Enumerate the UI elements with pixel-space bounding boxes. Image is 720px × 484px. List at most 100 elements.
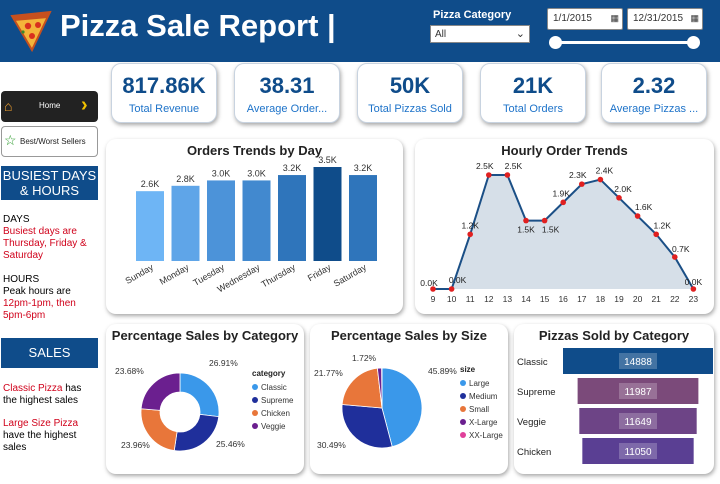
hourly-tick-label: 21 <box>651 294 661 304</box>
days-label: DAYS <box>3 214 30 225</box>
sales-insight-2-highlight: Large Size Pizza <box>3 418 79 429</box>
hourly-tick-label: 20 <box>633 294 643 304</box>
category-dropdown-value: All <box>435 29 447 40</box>
sales-insight-1-highlight: Classic Pizza <box>3 383 63 394</box>
day-bar <box>136 191 164 261</box>
hourly-value-label: 0.0K <box>449 275 467 285</box>
hourly-tick-label: 23 <box>689 294 699 304</box>
day-bar <box>349 175 377 261</box>
category-pie-legend-label: Veggie <box>261 422 286 431</box>
hourly-tick-label: 14 <box>521 294 531 304</box>
category-pie-slice <box>140 372 181 411</box>
category-dropdown[interactable]: All ⌄ <box>430 25 530 43</box>
size-pie-value-label: 45.89% <box>428 366 457 376</box>
category-pie-value-label: 23.68% <box>115 366 144 376</box>
date-end-input[interactable]: 12/31/2015 ▦ <box>627 8 703 30</box>
kpi-value: 2.32 <box>632 73 676 98</box>
home-icon: ⌂ <box>4 98 13 114</box>
hourly-point <box>653 231 659 238</box>
kpi-label: Average Order... <box>246 103 328 115</box>
size-pie-legend-label: XX-Large <box>469 431 503 440</box>
category-pie-value-label: 26.91% <box>209 358 238 368</box>
home-nav-button[interactable]: ⌂ Home › <box>1 91 98 122</box>
category-pie-legend-title: category <box>252 369 286 378</box>
date-start-input[interactable]: 1/1/2015 ▦ <box>547 8 623 30</box>
day-tick-label: Monday <box>158 262 191 287</box>
day-tick-label: Friday <box>306 262 333 283</box>
day-bar-value-label: 3.0K <box>212 168 231 178</box>
best-worst-nav-button[interactable]: ☆ Best/Worst Sellers <box>1 126 98 157</box>
pizza-slice-icon <box>10 10 54 57</box>
hourly-tick-label: 11 <box>466 294 475 304</box>
category-pie-legend-marker <box>252 397 258 403</box>
category-sold-value: 11649 <box>624 417 652 428</box>
day-bar-value-label: 3.2K <box>354 163 373 173</box>
category-label: Supreme <box>517 387 556 398</box>
kpi-label: Average Pizzas ... <box>609 103 699 115</box>
hourly-tick-label: 18 <box>596 294 606 304</box>
category-label: Veggie <box>517 417 546 428</box>
date-end-value: 12/31/2015 <box>633 13 684 24</box>
hourly-point <box>616 195 622 201</box>
size-pie-value-label: 1.72% <box>352 353 377 363</box>
size-pie-legend-label: Medium <box>469 392 498 401</box>
category-sold-value: 11987 <box>624 387 652 398</box>
sales-heading: SALES <box>1 338 98 368</box>
calendar-icon: ▦ <box>610 13 619 23</box>
date-slider-end-handle[interactable] <box>687 36 700 49</box>
category-pie-value-label: 23.96% <box>121 440 150 450</box>
hourly-tick-label: 22 <box>670 294 680 304</box>
best-worst-nav-label: Best/Worst Sellers <box>20 137 86 146</box>
kpi-value: 817.86K <box>122 73 206 98</box>
hours-peak-text: 12pm-1pm, then 5pm-6pm <box>3 298 76 321</box>
sales-by-category-panel: Percentage Sales by Category 26.91% 25.46… <box>106 324 304 474</box>
hourly-point <box>486 172 492 178</box>
hourly-point <box>448 286 455 292</box>
day-tick-label: Thursday <box>259 262 297 290</box>
home-nav-label: Home <box>39 101 61 110</box>
category-label: Classic <box>517 357 548 368</box>
hourly-point <box>579 181 585 187</box>
size-pie-value-label: 21.77% <box>314 368 343 378</box>
day-bar-value-label: 3.0K <box>247 168 266 178</box>
hourly-point <box>541 217 548 224</box>
hourly-point <box>597 176 604 183</box>
date-slider-start-handle[interactable] <box>549 36 562 49</box>
hourly-value-label: 0.0K <box>420 278 438 288</box>
kpi-card-total-revenue: 817.86K Total Revenue <box>111 63 217 123</box>
date-range-slider-track[interactable] <box>555 41 695 44</box>
hourly-value-label: 0.7K <box>672 244 690 254</box>
day-tick-label: Saturday <box>332 262 369 289</box>
hourly-point <box>690 286 697 292</box>
hourly-value-label: 1.2K <box>461 220 479 230</box>
day-tick-label: Sunday <box>124 262 156 286</box>
busiest-heading: BUSIEST DAYS & HOURS <box>1 166 98 200</box>
category-pie-legend-label: Supreme <box>261 396 294 405</box>
hourly-value-label: 1.9K <box>552 188 570 198</box>
kpi-card-total-orders: 21K Total Orders <box>480 63 586 123</box>
hourly-tick-label: 19 <box>614 294 624 304</box>
pizzas-sold-chart: Classic 14888 Supreme 11987 Veggie 11649 Chick… <box>517 348 713 464</box>
hourly-point <box>523 217 529 224</box>
days-section: DAYS Busiest days are Thursday, Friday &… <box>3 214 98 262</box>
hourly-tick-label: 13 <box>503 294 513 304</box>
hourly-value-label: 2.4K <box>596 166 614 176</box>
calendar-icon: ▦ <box>690 13 699 23</box>
kpi-card-average-order: 38.31 Average Order... <box>234 63 340 123</box>
size-pie-legend-marker <box>460 380 466 386</box>
hourly-tick-label: 12 <box>484 294 494 304</box>
sales-insight-1: Classic Pizza has the highest sales <box>3 383 98 407</box>
chevron-down-icon: ⌄ <box>515 28 525 40</box>
orders-by-day-chart: 2.6KSunday2.8KMonday3.0KTuesday3.0KWedne… <box>124 155 377 294</box>
hourly-tick-label: 16 <box>558 294 568 304</box>
days-text: Busiest days are Thursday, Friday & Satu… <box>3 226 87 261</box>
hourly-orders-chart: 0.0K 9 0.0K 10 1.2K 11 2.5K 12 2.5K 13 1.5K 14 1.5K 1… <box>420 161 702 304</box>
hourly-point <box>634 213 641 219</box>
category-pie-legend-marker <box>252 384 258 390</box>
sales-by-category-chart: 26.91% 25.46% 23.96% 23.68% category Classic S… <box>115 358 294 452</box>
sales-by-size-chart: 45.89% 30.49% 21.77% 1.72% size Large Medium Sm… <box>314 353 503 450</box>
size-pie-legend-label: X-Large <box>469 418 498 427</box>
star-icon: ☆ <box>4 132 17 148</box>
size-pie-legend-marker <box>460 393 466 399</box>
category-pie-slice <box>179 372 220 418</box>
